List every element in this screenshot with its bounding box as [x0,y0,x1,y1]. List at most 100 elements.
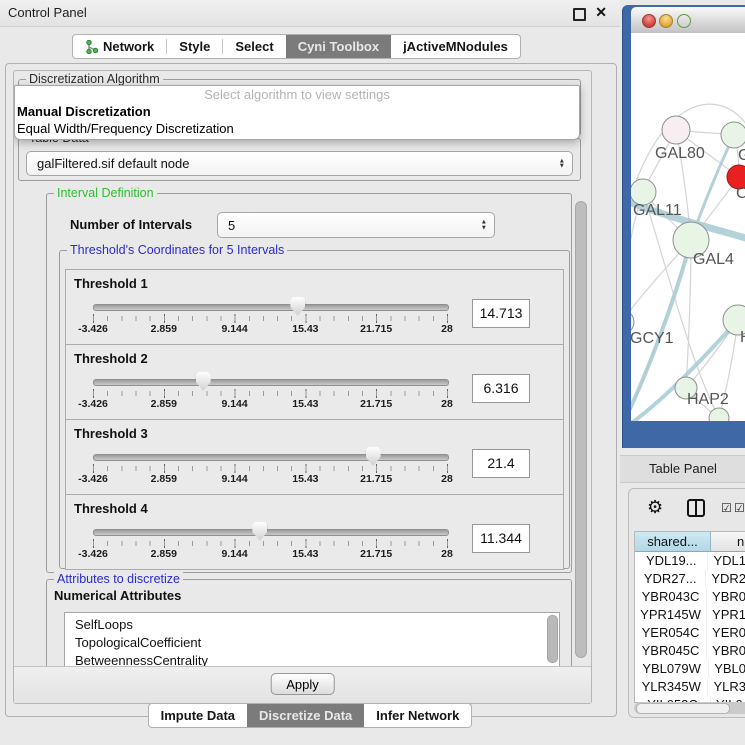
tick-label: 28 [441,398,453,410]
mac-minimize-button[interactable] [659,14,673,28]
table-row[interactable]: YBR045CYBR0 [635,642,745,660]
dropdown-option-manual[interactable]: Manual Discretization [15,103,579,120]
table-row[interactable]: YLR345WYLR3 [635,678,745,696]
numerical-attributes-label: Numerical Attributes [54,588,181,603]
screen: Control Panel ✕ Network Style Select Cyn… [0,0,745,745]
tick-label: 15.43 [292,473,318,485]
threshold-3-value-field[interactable]: 21.4 [472,449,530,478]
cell: YBR045C [635,642,707,660]
threshold-1-slider[interactable] [93,304,449,311]
table-data-value: galFiltered.sif default node [37,152,189,175]
node-label: GAL4 [693,251,734,269]
list-item[interactable]: SelfLoops [65,616,559,634]
threshold-1-panel: Threshold 1 -3.426 2.859 9.144 15.43 [65,269,564,345]
table-row[interactable]: YER054CYER0 [635,624,745,642]
mac-zoom-button[interactable] [677,14,691,28]
slider-minor-ticks [93,391,449,396]
threshold-3-panel: Threshold 3 -3.426 2.859 9.144 15.43 [65,419,564,495]
bottom-tab-bar: Impute Data Discretize Data Infer Networ… [0,703,620,728]
table-data-combobox[interactable]: galFiltered.sif default node ▲▼ [26,151,573,176]
node-label: H [740,329,745,347]
cell: YDL1 [708,552,745,570]
tick-labels: -3.426 2.859 9.144 15.43 21.715 28 [93,398,447,411]
tab-infer-network[interactable]: Infer Network [364,704,471,727]
columns-icon[interactable] [687,499,705,517]
checkbox-icon[interactable]: ☑ [721,501,732,515]
table-row[interactable]: YDR27...YDR2 [635,570,745,588]
network-window-titlebar [631,7,745,34]
table-row[interactable]: YBR043CYBR0 [635,588,745,606]
tab-discretize-data[interactable]: Discretize Data [247,704,364,727]
apply-button[interactable]: Apply [270,673,335,695]
tick-label: 9.144 [221,323,247,335]
dropdown-option-equal-width[interactable]: Equal Width/Frequency Discretization [15,120,579,137]
tick-labels: -3.426 2.859 9.144 15.43 21.715 28 [93,473,447,486]
discretization-settings-panel: Discretization Algorithm ▲▼ Select algor… [13,70,592,704]
threshold-3-slider[interactable] [93,454,449,461]
node-table: shared... n YDL19...YDL1 YDR27...YDR2 YB… [634,531,745,703]
network-window: GAL80 G C GAL11 GAL4 GCY1 H HAP2 [622,5,745,448]
tab-network[interactable]: Network [73,35,166,58]
algorithm-dropdown-popup: Select algorithm to view settings Manual… [14,85,580,140]
cyni-toolbox-panel: Discretization Algorithm ▲▼ Select algor… [5,63,617,717]
network-canvas[interactable]: GAL80 G C GAL11 GAL4 GCY1 H HAP2 [631,33,745,421]
scrollbar-thumb[interactable] [636,703,730,714]
cell: YPR1 [707,606,745,624]
tick-label: -3.426 [78,548,108,560]
close-icon[interactable]: ✕ [595,4,607,21]
table-row[interactable]: YBL079WYBL0 [635,660,745,678]
threshold-label: Threshold 2 [74,351,148,366]
settings-scrollbar[interactable] [575,201,587,658]
threshold-2-value-field[interactable]: 6.316 [472,374,530,403]
column-header-shared-name[interactable]: shared... [635,532,711,552]
tick-label: -3.426 [78,398,108,410]
tab-style-label: Style [179,39,210,54]
threshold-4-value-field[interactable]: 11.344 [472,524,530,553]
list-scrollbar[interactable] [547,615,558,663]
tab-impute-data-label: Impute Data [161,708,235,723]
tab-network-label: Network [103,39,154,54]
table-horizontal-scrollbar[interactable] [634,702,745,714]
tick-label: -3.426 [78,323,108,335]
cell: YLR345W [635,678,708,696]
tab-select[interactable]: Select [223,35,285,58]
tab-cyni-toolbox[interactable]: Cyni Toolbox [286,35,391,58]
cell: YDL19... [635,552,708,570]
table-header-row: shared... n [635,532,745,552]
number-of-intervals-combobox[interactable]: 5 ▲▼ [217,212,495,238]
table-row[interactable]: YDL19...YDL1 [635,552,745,570]
threshold-1-value-field[interactable]: 14.713 [472,299,530,328]
control-panel-titlebar: Control Panel ✕ [0,0,620,27]
cell: YBL079W [635,660,709,678]
list-item[interactable]: BetweennessCentrality [65,652,559,667]
number-of-intervals-value: 5 [228,213,235,237]
checkbox-icon[interactable]: ☑ [734,501,745,515]
bottom-tab-strip: Impute Data Discretize Data Infer Networ… [148,703,473,728]
float-window-icon[interactable] [573,8,586,21]
tick-label: 28 [441,323,453,335]
slider-minor-ticks [93,316,449,321]
tick-label: 9.144 [221,548,247,560]
tab-discretize-data-label: Discretize Data [259,708,352,723]
tick-label: 2.859 [151,398,177,410]
cell: YLR3 [708,678,745,696]
slider-minor-ticks [93,541,449,546]
chevron-updown-icon: ▲▼ [559,158,565,169]
top-tab-bar: Network Style Select Cyni Toolbox jActiv… [72,34,521,59]
table-row[interactable]: YPR145WYPR1 [635,606,745,624]
attributes-group: Attributes to discretize Numerical Attri… [46,579,572,667]
tick-labels: -3.426 2.859 9.144 15.43 21.715 28 [93,548,447,561]
cell: YER054C [635,624,707,642]
tab-jactivemnodules[interactable]: jActiveMNodules [391,35,520,58]
table-data-group: Table Data galFiltered.sif default node … [18,138,581,181]
threshold-4-slider[interactable] [93,529,449,536]
list-item[interactable]: TopologicalCoefficient [65,634,559,652]
tab-style[interactable]: Style [167,35,222,58]
tick-label: 28 [441,473,453,485]
threshold-2-slider[interactable] [93,379,449,386]
cell: YBR043C [635,588,707,606]
tab-impute-data[interactable]: Impute Data [149,704,247,727]
gear-icon[interactable]: ⚙ [647,497,663,518]
column-header-name[interactable]: n [711,532,745,552]
mac-close-button[interactable] [642,14,656,28]
